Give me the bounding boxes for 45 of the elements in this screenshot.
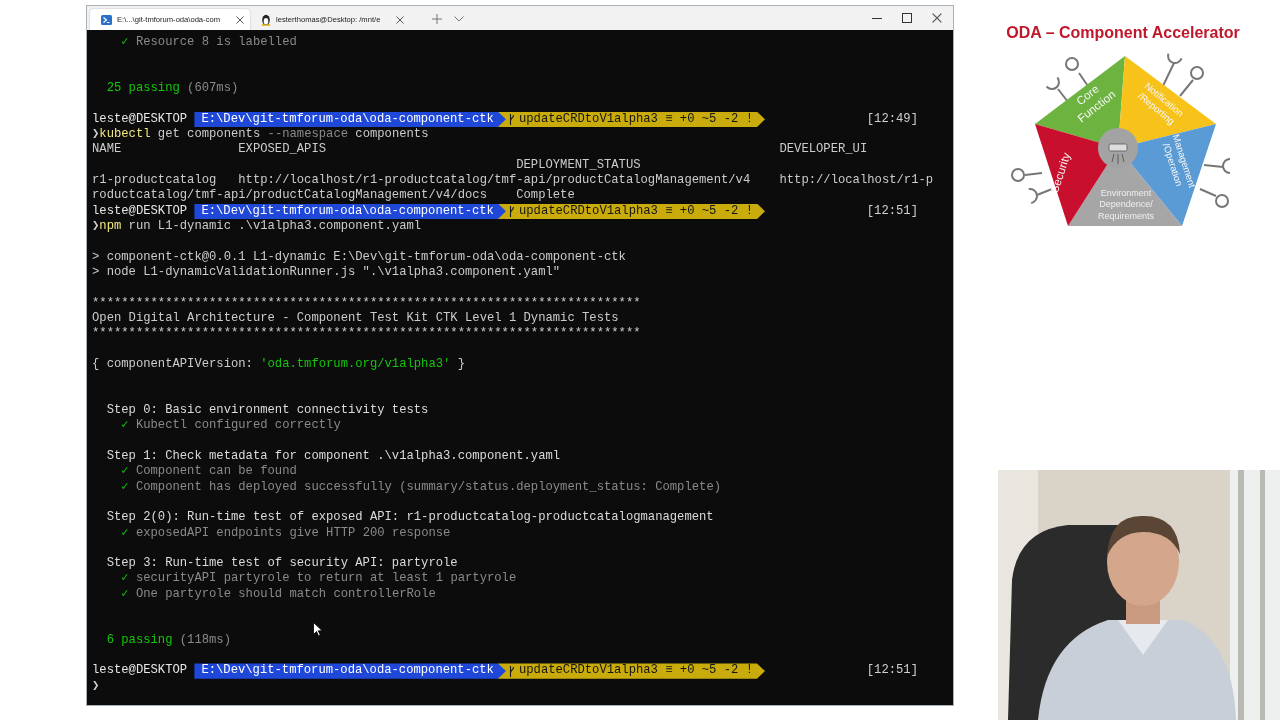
output-line: Open Digital Architecture - Component Test Kit CTK Level 1 Dynamic Tests <box>92 310 619 327</box>
output-line: *************************************************************************** <box>92 295 641 311</box>
test-result: ✓ One partyrole should match controllerRole <box>121 586 436 603</box>
output-line: roductcatalog/tmf-api/productCatalogManagement/v4/docs Complete <box>92 188 575 204</box>
prompt-user: leste@DESKTOP <box>92 111 189 127</box>
git-status: ≡ +0 ~5 -2 ! <box>664 663 754 679</box>
prompt-path: E:\Dev\git-tmforum-oda\oda-component-ctk <box>194 663 506 679</box>
segment-label: Environment Dependence/ Requirements <box>1098 188 1154 221</box>
test-result: ✓ Component has deployed successfully (summary/status.deployment_status: Complete) <box>121 479 721 495</box>
test-result: ✓ exposedAPI endpoints give HTTP 200 response <box>121 525 451 541</box>
branch-name: updateCRDtoV1alpha3 <box>518 663 658 679</box>
prompt-user: leste@DESKTOP <box>92 203 189 219</box>
test-summary: 6 passing (118ms) <box>106 632 231 649</box>
prompt-time: [12:51] <box>866 663 919 679</box>
prompt-time: [12:51] <box>866 203 919 219</box>
test-summary: 25 passing (607ms) <box>106 81 239 97</box>
prompt-path: E:\Dev\git-tmforum-oda\oda-component-ctk <box>194 111 506 127</box>
branch-name: updateCRDtoV1alpha3 <box>518 203 658 219</box>
prompt-symbol: ❯ <box>92 678 100 695</box>
test-result: ✓ securityAPI partyrole to return at least 1 partyrole <box>121 571 517 587</box>
output-line: NAME EXPOSED_APIS DEVELOPER_UI <box>92 142 868 158</box>
command-line: npm run L1-dynamic .\v1alpha3.component.yaml <box>99 218 422 235</box>
output-line: > node L1-dynamicValidationRunner.js ".\v1alpha3.component.yaml" <box>92 264 561 281</box>
step-heading: Step 2(0): Run-time test of exposed API: r1-productcatalog-productcatalogmanagement <box>106 510 714 526</box>
git-status: ≡ +0 ~5 -2 ! <box>664 203 754 219</box>
step-heading: Step 1: Check metadata for component .\v1alpha3.component.yaml <box>106 448 561 465</box>
step-heading: Step 0: Basic environment connectivity tests <box>106 402 429 419</box>
test-result: ✓ Resource 8 is labelled <box>121 35 297 51</box>
output-line: { componentAPIVersion: 'oda.tmforum.org/v1alpha3' } <box>92 356 465 373</box>
command-line: kubectl get components --namespace components <box>99 126 429 143</box>
branch-name: updateCRDtoV1alpha3 <box>518 111 658 127</box>
step-heading: Step 3: Run-time test of security API: partyrole <box>106 556 458 572</box>
test-result: ✓ Kubectl configured correctly <box>121 418 341 434</box>
slide-title: ODA – Component Accelerator <box>1005 23 1240 43</box>
prompt-user: leste@DESKTOP <box>92 663 189 679</box>
prompt-symbol: ❯ <box>92 218 100 235</box>
output-line: DEPLOYMENT_STATUS <box>515 157 641 173</box>
prompt-path: E:\Dev\git-tmforum-oda\oda-component-ctk <box>194 203 506 219</box>
output-line: r1-productcatalog http://localhost/r1-productcatalog/tmf-api/productCatalogManagement/v4 http://localhost/r1-p <box>92 172 934 189</box>
prompt-symbol: ❯ <box>92 126 100 143</box>
test-result: ✓ Component can be found <box>121 464 297 480</box>
output-line: > component-ctk@0.0.1 L1-dynamic E:\Dev\git-tmforum-oda\oda-component-ctk <box>92 249 626 265</box>
output-line: *************************************************************************** <box>92 326 641 342</box>
prompt-time: [12:49] <box>866 111 919 127</box>
git-status: ≡ +0 ~5 -2 ! <box>664 111 754 127</box>
